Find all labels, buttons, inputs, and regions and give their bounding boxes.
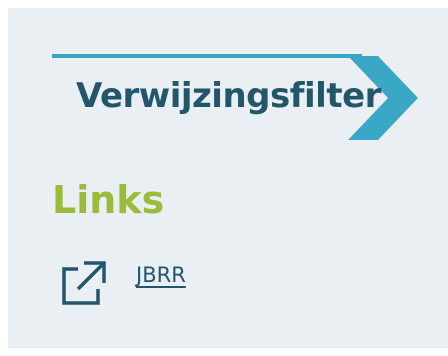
- link-label[interactable]: JBRR: [136, 263, 186, 287]
- external-link-icon: [58, 259, 106, 307]
- filter-panel: Verwijzingsfilter Links JBRR: [8, 8, 448, 348]
- banner-title: Verwijzingsfilter: [76, 76, 381, 116]
- links-heading: Links: [52, 178, 165, 222]
- link-jbrr[interactable]: JBRR: [58, 258, 278, 308]
- filter-banner: Verwijzingsfilter: [52, 48, 432, 144]
